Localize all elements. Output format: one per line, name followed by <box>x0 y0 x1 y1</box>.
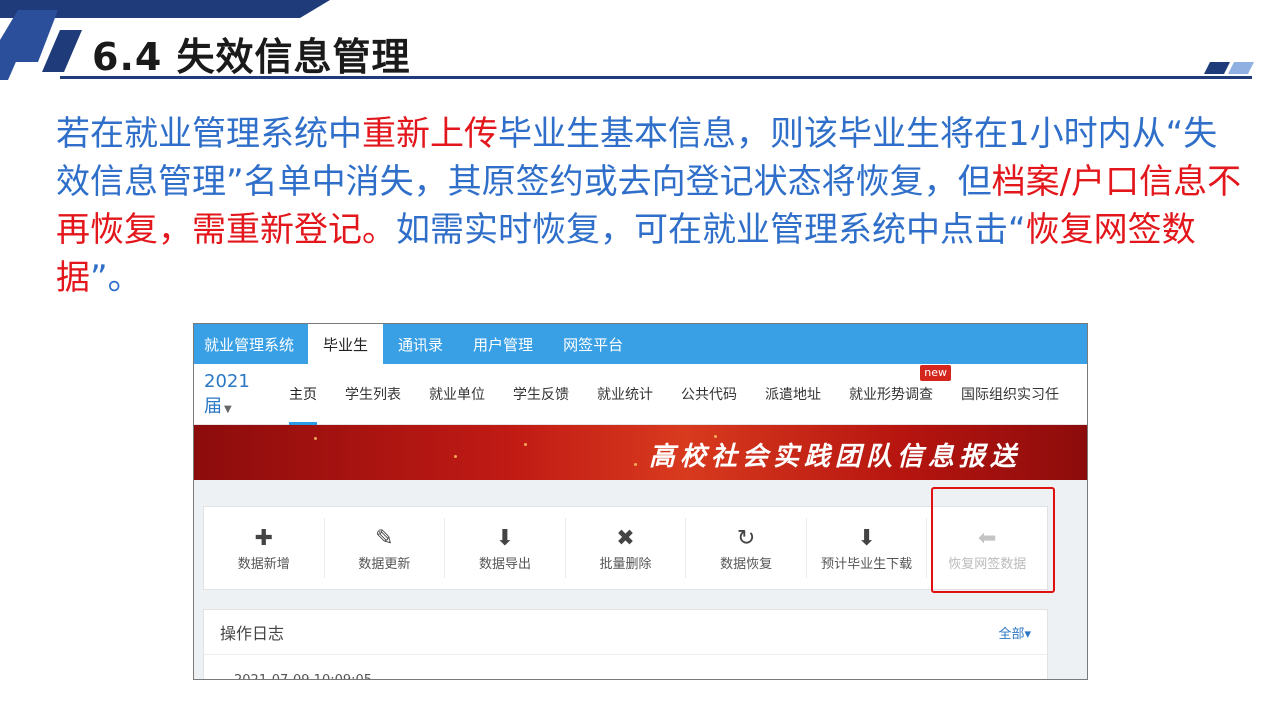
tool-label: 预计毕业生下载 <box>821 556 913 572</box>
top-navigation: 就业管理系统 毕业生 通讯录 用户管理 网签平台 <box>194 324 1087 364</box>
tab-graduates[interactable]: 毕业生 <box>308 324 384 364</box>
subnav-intl-internship[interactable]: 国际组织实习任 <box>961 384 1059 404</box>
title-underline <box>60 76 1252 79</box>
instruction-paragraph: 若在就业管理系统中重新上传毕业生基本信息，则该毕业生将在1小时内从“失效信息管理… <box>56 110 1246 302</box>
subnav-employment-survey-label: 就业形势调查 <box>849 387 933 403</box>
tool-label: 批量删除 <box>599 556 652 572</box>
sub-navigation: 2021届 ▼ 主页 学生列表 就业单位 学生反馈 就业统计 公共代码 派遣地址 … <box>194 364 1087 425</box>
year-select[interactable]: 2021届 ▼ <box>204 371 265 418</box>
restore-data-button[interactable]: ↻ 数据恢复 <box>686 518 807 578</box>
export-data-button[interactable]: ⬇ 数据导出 <box>445 518 566 578</box>
pencil-icon: ✎ <box>375 525 394 551</box>
banner-spark <box>634 463 637 466</box>
subnav-employment-stats[interactable]: 就业统计 <box>597 384 653 404</box>
batch-delete-button[interactable]: ✖ 批量删除 <box>566 518 687 578</box>
tab-user-management[interactable]: 用户管理 <box>458 324 548 364</box>
log-filter-value: 全部 <box>998 626 1025 642</box>
refresh-icon: ↻ <box>736 525 756 551</box>
subnav-home[interactable]: 主页 <box>289 384 317 425</box>
subnav-employers[interactable]: 就业单位 <box>429 384 485 404</box>
paragraph-segment: 如需实时恢复，可在就业管理系统中点击“ <box>396 210 1026 250</box>
download-circle-icon: ⬇ <box>495 525 515 551</box>
caret-down-icon: ▾ <box>1024 626 1031 642</box>
expected-graduates-download-button[interactable]: ⬇ 预计毕业生下载 <box>807 518 928 578</box>
promo-banner[interactable]: 高校社会实践团队信息报送 <box>194 425 1087 480</box>
subnav-public-codes[interactable]: 公共代码 <box>681 384 737 404</box>
page-title: 6.4 失效信息管理 <box>92 35 411 79</box>
log-header: 操作日志 全部▾ <box>204 610 1047 655</box>
log-entry: 2021-07-09 10:09:05 <box>204 655 1047 679</box>
add-data-button[interactable]: ✚ 数据新增 <box>204 518 325 578</box>
paragraph-highlight: 重新上传 <box>362 114 498 154</box>
update-data-button[interactable]: ✎ 数据更新 <box>325 518 446 578</box>
paragraph-segment: 若在就业管理系统中 <box>56 114 362 154</box>
plus-icon: ✚ <box>254 525 273 551</box>
caret-down-icon: ▼ <box>224 403 232 415</box>
close-icon: ✖ <box>616 525 635 551</box>
log-title: 操作日志 <box>220 624 285 643</box>
paragraph-segment: ”。 <box>90 258 142 298</box>
subnav-dispatch-address[interactable]: 派遣地址 <box>765 384 821 404</box>
highlight-box <box>931 487 1055 593</box>
tool-label: 数据新增 <box>237 556 290 572</box>
subnav-student-list[interactable]: 学生列表 <box>345 384 401 404</box>
app-brand[interactable]: 就业管理系统 <box>194 334 308 355</box>
app-screenshot: 就业管理系统 毕业生 通讯录 用户管理 网签平台 2021届 ▼ 主页 学生列表 … <box>193 323 1088 680</box>
log-filter-dropdown[interactable]: 全部▾ <box>998 623 1031 642</box>
tab-e-sign-platform[interactable]: 网签平台 <box>548 324 638 364</box>
banner-spark <box>524 443 527 446</box>
subnav-student-feedback[interactable]: 学生反馈 <box>513 384 569 404</box>
banner-spark <box>314 437 317 440</box>
download-arrow-icon: ⬇ <box>857 525 876 551</box>
action-toolbar: ✚ 数据新增 ✎ 数据更新 ⬇ 数据导出 ✖ 批量删除 ↻ 数据恢复 ⬇ 预计毕业生下载 ⬅… <box>203 506 1048 590</box>
tool-label: 数据更新 <box>358 556 411 572</box>
tab-contacts[interactable]: 通讯录 <box>383 324 458 364</box>
tool-label: 数据导出 <box>478 556 531 572</box>
operation-log-panel: 操作日志 全部▾ 2021-07-09 10:09:05 <box>203 609 1048 679</box>
new-badge: new <box>920 365 951 381</box>
subnav-employment-survey[interactable]: 就业形势调查 new <box>849 365 951 404</box>
banner-title: 高校社会实践团队信息报送 <box>648 442 1021 472</box>
banner-spark <box>454 455 457 458</box>
tool-label: 数据恢复 <box>720 556 773 572</box>
